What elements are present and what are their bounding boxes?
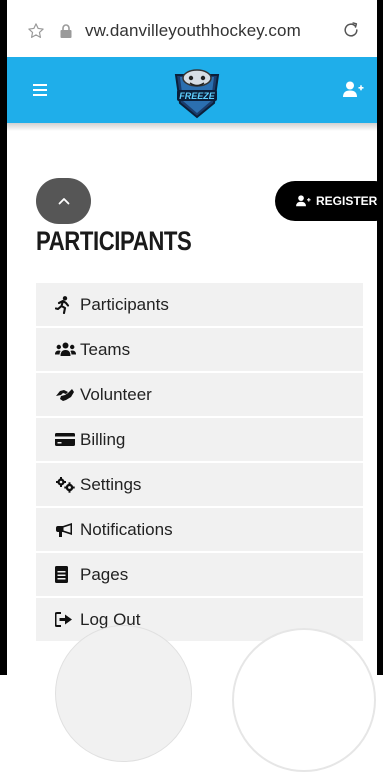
nav-item-participants[interactable]: Participants (36, 283, 363, 326)
nav-item-label: Settings (80, 474, 142, 494)
file-icon (55, 566, 77, 584)
nav-item-label: Notifications (80, 519, 173, 539)
participants-nav-menu: Participants Teams Volunteer Billing Set… (36, 283, 363, 643)
register-button[interactable]: REGISTER (275, 181, 383, 221)
credit-card-icon (55, 431, 77, 449)
nav-item-label: Pages (80, 564, 129, 584)
users-icon (55, 341, 77, 359)
nav-item-pages[interactable]: Pages (36, 553, 363, 596)
hamburger-menu-icon[interactable] (33, 84, 47, 96)
browser-url-bar[interactable]: vw.danvilleyouthhockey.com (7, 0, 377, 58)
handshake-icon (55, 386, 77, 404)
nav-item-notifications[interactable]: Notifications (36, 508, 363, 551)
header-shadow (7, 123, 377, 131)
device-frame-right (377, 0, 383, 675)
sign-out-icon (55, 611, 77, 629)
add-user-icon[interactable] (343, 81, 364, 98)
device-frame-left (0, 0, 7, 675)
chevron-up-icon (58, 198, 69, 205)
page-title: PARTICIPANTS (36, 226, 192, 256)
participant-photo[interactable] (55, 625, 192, 762)
reload-icon[interactable] (341, 20, 361, 40)
register-label: REGISTER (316, 194, 378, 208)
nav-item-label: Billing (80, 429, 126, 449)
nav-item-teams[interactable]: Teams (36, 328, 363, 371)
nav-item-label: Teams (80, 339, 131, 359)
nav-item-settings[interactable]: Settings (36, 463, 363, 506)
cogs-icon (55, 476, 77, 494)
nav-item-volunteer[interactable]: Volunteer (36, 373, 363, 416)
add-user-icon (296, 195, 311, 207)
running-icon (55, 295, 77, 314)
freeze-logo[interactable]: FREEZE (168, 63, 226, 121)
lock-icon (60, 24, 72, 38)
nav-item-label: Participants (80, 294, 169, 314)
url-text[interactable]: vw.danvilleyouthhockey.com (85, 21, 301, 41)
participant-photo[interactable] (232, 628, 376, 772)
star-icon[interactable] (27, 22, 45, 40)
scroll-up-button[interactable] (36, 178, 91, 224)
svg-text:FREEZE: FREEZE (179, 91, 216, 101)
bullhorn-icon (55, 521, 77, 539)
nav-item-label: Volunteer (80, 384, 152, 404)
nav-item-billing[interactable]: Billing (36, 418, 363, 461)
